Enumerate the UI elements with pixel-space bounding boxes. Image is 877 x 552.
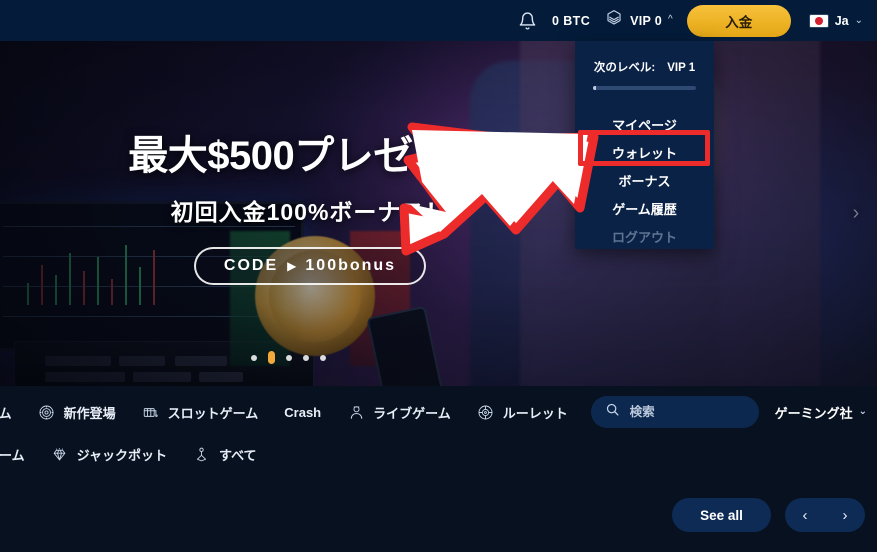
chevron-up-icon: ^ — [668, 13, 673, 25]
carousel-arrow-group: ‹ › — [785, 498, 865, 532]
hero-subtitle: 初回入金100%ボーナス！ — [170, 198, 450, 225]
nav-item-table-games[interactable]: ゲーム — [0, 445, 38, 464]
carousel-dot[interactable] — [286, 354, 292, 361]
vip-hexagon-icon — [604, 8, 624, 33]
chevron-down-icon: ⌄ — [854, 14, 863, 26]
provider-filter-dropdown[interactable]: ゲーミング社 ⌄ — [775, 403, 867, 422]
joystick-icon — [193, 445, 211, 463]
japan-flag-icon — [808, 13, 829, 28]
bottom-controls: See all ‹ › — [672, 498, 865, 532]
menu-item-mypage[interactable]: マイページ — [575, 110, 714, 138]
next-button[interactable]: › — [828, 498, 862, 532]
hero-banner[interactable]: 最大$500プレゼント 初回入金100%ボーナス！ CODE ▶ 100bonu… — [0, 41, 877, 386]
language-selector[interactable]: Ja ⌄ — [791, 0, 869, 41]
notifications-button[interactable] — [508, 0, 546, 41]
top-header: 0 BTC VIP 0 ^ 入金 Ja ⌄ — [0, 0, 877, 41]
chevron-down-icon: ⌄ — [858, 406, 867, 417]
nav-label: Crash — [284, 404, 322, 420]
nav-item-jackpot[interactable]: ジャックポット — [38, 445, 180, 464]
bell-icon — [518, 11, 537, 31]
nav-label: ルーレット — [502, 405, 568, 421]
user-dropdown-menu: 次のレベル: VIP 1 マイページ ウォレット ボーナス ゲーム履歴 ログアウ… — [575, 41, 714, 249]
nav-item-roulette[interactable]: ルーレット — [464, 403, 581, 422]
hero-title: 最大$500プレゼント — [128, 133, 492, 178]
promo-code-badge[interactable]: CODE ▶ 100bonus — [193, 246, 427, 285]
hero-carousel-dots — [0, 351, 877, 364]
menu-item-bonus[interactable]: ボーナス — [575, 166, 714, 194]
nav-label: ゲーム — [0, 447, 25, 463]
search-input[interactable] — [629, 405, 745, 419]
next-level-value: VIP 1 — [667, 62, 696, 74]
carousel-dot[interactable] — [251, 354, 257, 361]
vip-menu-toggle[interactable]: VIP 0 ^ — [604, 0, 687, 41]
balance-amount: 0 BTC — [552, 13, 591, 28]
nav-label: ライブゲーム — [373, 405, 451, 421]
nav-label: 新作登場 — [63, 405, 116, 421]
diamond-icon — [51, 445, 69, 463]
menu-item-game-history[interactable]: ゲーム履歴 — [575, 194, 714, 222]
bottom-bar: See all ‹ › — [0, 486, 877, 552]
provider-label: ゲーミング社 — [774, 405, 853, 421]
balance-display[interactable]: 0 BTC — [546, 0, 604, 41]
roulette-icon — [477, 403, 495, 421]
target-icon — [38, 403, 56, 421]
nav-item-all[interactable]: すべて — [180, 445, 270, 464]
play-triangle-icon: ▶ — [287, 258, 297, 273]
vip-next-level-row: 次のレベル: VIP 1 — [575, 59, 714, 75]
hero-next-button[interactable]: › — [843, 194, 869, 234]
nav-item-casino-games[interactable]: ーム — [0, 403, 25, 422]
menu-item-logout[interactable]: ログアウト — [575, 222, 714, 250]
prev-button[interactable]: ‹ — [788, 498, 822, 532]
see-all-button[interactable]: See all — [672, 498, 771, 532]
game-category-nav: ーム 新作登場 — [0, 386, 877, 486]
dropdown-items: マイページ ウォレット ボーナス ゲーム履歴 ログアウト — [575, 110, 714, 250]
nav-item-new-games[interactable]: 新作登場 — [25, 403, 129, 422]
next-level-label: 次のレベル: — [593, 62, 656, 74]
menu-item-wallet[interactable]: ウォレット — [575, 138, 714, 166]
app-root: 0 BTC VIP 0 ^ 入金 Ja ⌄ 最大$500プレゼント 初回入金10… — [0, 0, 877, 552]
hero-copy: 最大$500プレゼント 初回入金100%ボーナス！ CODE ▶ 100bonu… — [0, 41, 600, 386]
search-icon — [605, 402, 620, 422]
vip-progress-fill — [593, 86, 597, 90]
nav-item-live-games[interactable]: ライブゲーム — [334, 403, 464, 422]
nav-label: スロットゲーム — [167, 405, 259, 421]
search-box[interactable] — [590, 396, 759, 428]
language-label: Ja — [834, 13, 849, 28]
carousel-dot-active[interactable] — [268, 351, 275, 364]
deposit-button[interactable]: 入金 — [686, 4, 791, 37]
promo-code-value: 100bonus — [305, 256, 397, 274]
slot-machine-icon — [142, 403, 160, 421]
nav-row-2: ゲーム ジャックポット — [0, 434, 270, 474]
vip-progress-bar — [593, 86, 696, 90]
nav-right-controls: ゲーミング社 ⌄ — [590, 396, 867, 428]
nav-item-crash[interactable]: Crash — [271, 405, 334, 420]
nav-label: ーム — [0, 405, 12, 421]
vip-level-label: VIP 0 — [630, 13, 662, 28]
promo-code-label: CODE — [223, 256, 279, 274]
nav-label: ジャックポット — [76, 447, 167, 463]
nav-label: すべて — [218, 447, 257, 463]
nav-row-1: ーム 新作登場 — [0, 392, 581, 432]
nav-item-slot-games[interactable]: スロットゲーム — [129, 403, 272, 422]
dealer-icon — [347, 403, 365, 421]
carousel-dot[interactable] — [320, 354, 326, 361]
carousel-dot[interactable] — [303, 354, 309, 361]
